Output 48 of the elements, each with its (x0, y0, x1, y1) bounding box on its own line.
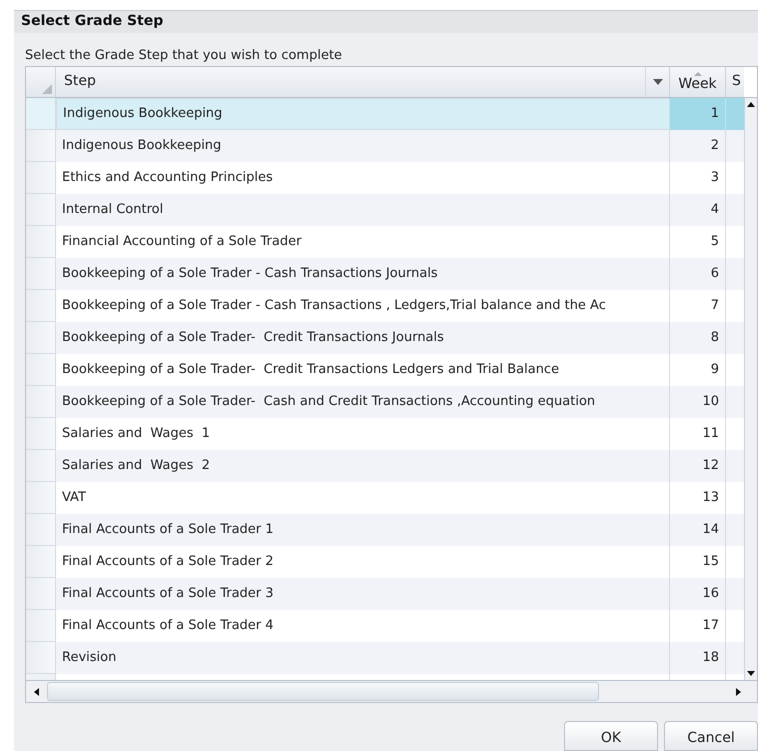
table-cell: Indigenous Bookkeeping (56, 98, 670, 130)
row-header[interactable] (26, 322, 56, 354)
corner-triangle-icon (42, 84, 52, 94)
table-cell: 1 (670, 98, 726, 130)
instruction-text: Select the Grade Step that you wish to complete (25, 46, 344, 65)
table-row[interactable]: Final Accounts of a Sole Trader 3 16 (26, 578, 744, 610)
scroll-right-icon[interactable] (736, 688, 741, 696)
dialog-button[interactable]: Cancel (664, 721, 758, 751)
row-header[interactable] (26, 194, 56, 226)
column-header[interactable]: S (726, 66, 744, 97)
column-header[interactable]: Step (56, 66, 670, 97)
table-row[interactable]: Salaries and Wages 2 12 (26, 450, 744, 482)
dropdown-icon[interactable] (652, 78, 662, 85)
row-header[interactable] (26, 98, 56, 130)
scroll-down-icon[interactable] (747, 671, 755, 676)
column-header[interactable]: Week (670, 66, 726, 97)
dialog-title: Select Grade Step (21, 12, 164, 32)
row-header[interactable] (26, 482, 56, 514)
vertical-scrollbar[interactable] (744, 98, 757, 680)
select-all-corner[interactable] (26, 66, 56, 97)
table-row[interactable]: Bookkeeping of a Sole Trader - Cash Transactions Journals 6 (26, 258, 744, 290)
row-header[interactable] (26, 610, 56, 642)
row-header[interactable] (26, 450, 56, 482)
scroll-up-icon[interactable] (747, 102, 755, 107)
row-header[interactable] (26, 290, 56, 322)
row-header[interactable] (26, 642, 56, 674)
scroll-thumb[interactable] (47, 682, 599, 701)
table-row[interactable]: Bookkeeping of a Sole Trader- Cash and Credit Transactions ,Accounting equation 10 (26, 386, 744, 418)
table-row[interactable]: Final Accounts of a Sole Trader 1 14 (26, 514, 744, 546)
row-header[interactable] (26, 418, 56, 450)
row-header[interactable] (26, 354, 56, 386)
table-row[interactable]: Bookkeeping of a Sole Trader- Credit Transactions Journals 8 (26, 322, 744, 354)
table-row[interactable]: Revision 18 (26, 642, 744, 674)
table-row[interactable]: Internal Control 4 (26, 194, 744, 226)
row-header[interactable] (26, 130, 56, 162)
scroll-left-icon[interactable] (34, 688, 39, 696)
horizontal-scrollbar[interactable] (26, 680, 757, 702)
row-header[interactable] (26, 386, 56, 418)
sort-icon (694, 72, 702, 76)
row-header[interactable] (26, 546, 56, 578)
row-header[interactable] (26, 578, 56, 610)
table-row[interactable]: Indigenous Bookkeeping 2 (26, 130, 744, 162)
row-header[interactable] (26, 226, 56, 258)
row-header[interactable] (26, 258, 56, 290)
row-header[interactable] (26, 514, 56, 546)
row-header[interactable] (26, 162, 56, 194)
table-row[interactable]: Indigenous Bookkeeping 1 (26, 98, 744, 130)
dialog-button[interactable]: OK (564, 721, 658, 751)
